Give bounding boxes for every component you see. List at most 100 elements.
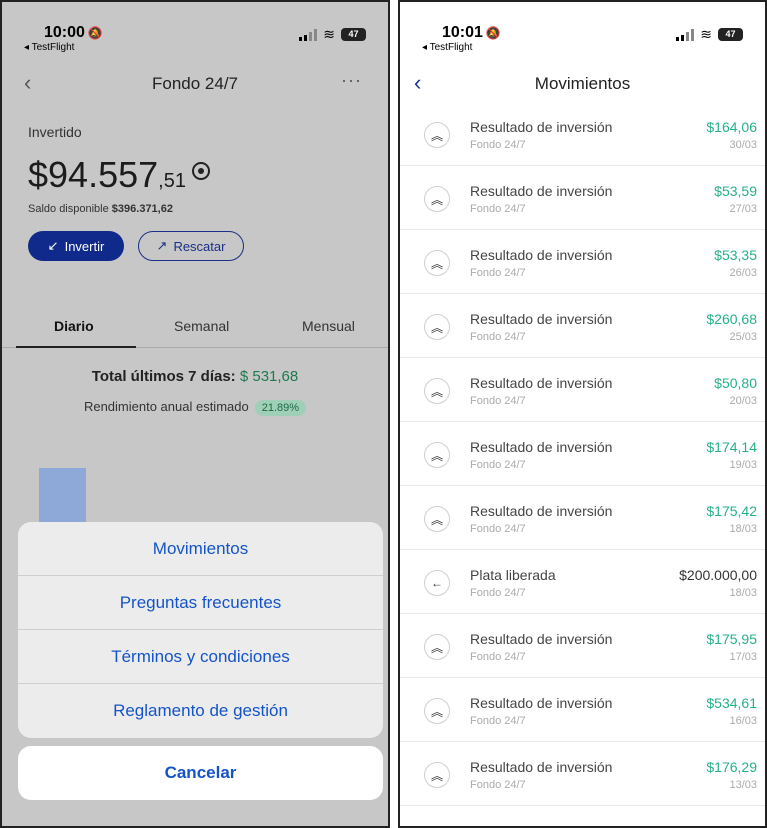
movement-title: Resultado de inversión xyxy=(470,695,613,711)
sheet-item-movimientos[interactable]: Movimientos xyxy=(18,522,383,576)
movement-subtitle: Fondo 24/7 xyxy=(470,651,526,663)
eye-icon[interactable] xyxy=(192,162,210,180)
movement-row[interactable]: ︽ Resultado de inversión Fondo 24/7 $174,14… xyxy=(400,422,765,486)
status-time: 10:01 🔕 xyxy=(442,24,501,41)
page-title: Fondo 24/7 xyxy=(151,74,238,93)
movement-date: 19/03 xyxy=(729,459,757,471)
movement-date: 17/03 xyxy=(729,651,757,663)
movement-amount: $200.000,00 xyxy=(679,567,757,583)
movement-subtitle: Fondo 24/7 xyxy=(470,779,526,791)
movement-date: 16/03 xyxy=(729,715,757,727)
double-chevron-up-icon: ︽ xyxy=(424,442,450,468)
double-chevron-up-icon: ︽ xyxy=(424,762,450,788)
movement-date: 18/03 xyxy=(729,587,757,599)
movement-amount: $164,06 xyxy=(706,119,757,135)
movement-amount: $260,68 xyxy=(706,311,757,327)
available-balance: Saldo disponible $396.371,62 xyxy=(28,203,173,215)
movement-title: Resultado de inversión xyxy=(470,247,613,263)
movement-title: Resultado de inversión xyxy=(470,759,613,775)
movement-row[interactable]: ← Plata liberada Fondo 24/7 $200.000,00 18/0… xyxy=(400,550,765,614)
wifi-icon: ≋ xyxy=(700,26,712,42)
movement-subtitle: Fondo 24/7 xyxy=(470,459,526,471)
arrow-up-right-icon: ↗ xyxy=(156,238,168,253)
movement-row[interactable]: ︽ Resultado de inversión Fondo 24/7 $534,61… xyxy=(400,678,765,742)
movement-row[interactable]: ︽ Resultado de inversión Fondo 24/7 $260,68… xyxy=(400,294,765,358)
movement-date: 27/03 xyxy=(729,203,757,215)
movement-title: Resultado de inversión xyxy=(470,375,613,391)
invest-button[interactable]: ↙ Invertir xyxy=(28,231,124,261)
movement-amount: $53,35 xyxy=(714,247,757,263)
movement-title: Resultado de inversión xyxy=(470,311,613,327)
double-chevron-up-icon: ︽ xyxy=(424,378,450,404)
double-chevron-up-icon: ︽ xyxy=(424,634,450,660)
back-to-app-link[interactable]: ◂ TestFlight xyxy=(24,42,74,53)
status-bar: 10:01 🔕 ◂ TestFlight ≋ 47 xyxy=(400,16,765,56)
estimated-annual-yield: Rendimiento anual estimado 21.89% xyxy=(2,399,388,416)
cancel-button[interactable]: Cancelar xyxy=(18,746,383,800)
redeem-button[interactable]: ↗ Rescatar xyxy=(138,231,244,261)
movement-title: Resultado de inversión xyxy=(470,183,613,199)
movement-subtitle: Fondo 24/7 xyxy=(470,587,526,599)
movement-row[interactable]: ︽ Resultado de inversión Fondo 24/7 $164,06… xyxy=(400,102,765,166)
double-chevron-up-icon: ︽ xyxy=(424,506,450,532)
tab-diario[interactable]: Diario xyxy=(54,318,94,334)
movement-subtitle: Fondo 24/7 xyxy=(470,715,526,727)
movement-subtitle: Fondo 24/7 xyxy=(470,267,526,279)
double-chevron-up-icon: ︽ xyxy=(424,314,450,340)
movement-amount: $534,61 xyxy=(706,695,757,711)
status-time: 10:00 🔕 xyxy=(44,24,103,41)
sheet-item-reglamento[interactable]: Reglamento de gestión xyxy=(18,684,383,738)
battery-icon: 47 xyxy=(718,28,743,41)
fund-detail-screen: 10:00 🔕 ◂ TestFlight ≋ 47 ‹ Fondo 24/7 ··… xyxy=(0,0,390,828)
sheet-item-terminos[interactable]: Términos y condiciones xyxy=(18,630,383,684)
movement-row[interactable]: ︽ Resultado de inversión Fondo 24/7 $175,95… xyxy=(400,614,765,678)
movement-subtitle: Fondo 24/7 xyxy=(470,139,526,151)
double-chevron-up-icon: ︽ xyxy=(424,250,450,276)
movement-date: 25/03 xyxy=(729,331,757,343)
movement-title: Resultado de inversión xyxy=(470,439,613,455)
status-bar: 10:00 🔕 ◂ TestFlight ≋ 47 xyxy=(2,16,388,56)
movement-row[interactable]: ︽ Resultado de inversión Fondo 24/7 $53,59 2… xyxy=(400,166,765,230)
invested-amount: $94.557,51 xyxy=(28,154,186,195)
double-chevron-up-icon: ︽ xyxy=(424,122,450,148)
movement-row[interactable]: ︽ Resultado de inversión Fondo 24/7 $176,29… xyxy=(400,742,765,806)
sheet-item-preguntas[interactable]: Preguntas frecuentes xyxy=(18,576,383,630)
movement-date: 13/03 xyxy=(729,779,757,791)
movement-title: Resultado de inversión xyxy=(470,503,613,519)
movement-amount: $53,59 xyxy=(714,183,757,199)
yield-badge: 21.89% xyxy=(254,400,307,416)
invested-label: Invertido xyxy=(28,124,82,140)
page-title: Movimientos xyxy=(534,74,631,93)
movement-date: 18/03 xyxy=(729,523,757,535)
mute-bell-icon: 🔕 xyxy=(485,26,501,40)
movements-list: ︽ Resultado de inversión Fondo 24/7 $164,06… xyxy=(400,102,765,806)
back-to-app-link[interactable]: ◂ TestFlight xyxy=(422,42,472,53)
signal-icon xyxy=(676,28,695,41)
arrow-left-icon: ← xyxy=(424,570,450,596)
tab-semanal[interactable]: Semanal xyxy=(174,318,229,334)
wifi-icon: ≋ xyxy=(323,26,335,42)
movement-amount: $176,29 xyxy=(706,759,757,775)
movement-title: Resultado de inversión xyxy=(470,631,613,647)
period-tabs: Diario Semanal Mensual xyxy=(2,314,388,348)
movement-amount: $50,80 xyxy=(714,375,757,391)
movement-row[interactable]: ︽ Resultado de inversión Fondo 24/7 $50,80 2… xyxy=(400,358,765,422)
chart-bar xyxy=(39,468,86,528)
movement-subtitle: Fondo 24/7 xyxy=(470,523,526,535)
movement-row[interactable]: ︽ Resultado de inversión Fondo 24/7 $175,42… xyxy=(400,486,765,550)
movements-screen: 10:01 🔕 ◂ TestFlight ≋ 47 ‹ Movimientos ︽… xyxy=(398,0,767,828)
signal-icon xyxy=(299,28,318,41)
tab-mensual[interactable]: Mensual xyxy=(302,318,355,334)
total-last-7-days: Total últimos 7 días: $ 531,68 xyxy=(91,368,299,385)
battery-icon: 47 xyxy=(341,28,366,41)
movement-amount: $175,42 xyxy=(706,503,757,519)
movement-amount: $174,14 xyxy=(706,439,757,455)
movement-date: 30/03 xyxy=(729,139,757,151)
more-options-icon[interactable]: ··· xyxy=(341,70,362,91)
movement-title: Resultado de inversión xyxy=(470,119,613,135)
movement-row[interactable]: ︽ Resultado de inversión Fondo 24/7 $53,35 2… xyxy=(400,230,765,294)
tab-underline xyxy=(16,346,136,348)
arrow-down-left-icon: ↙ xyxy=(47,238,59,253)
movement-title: Plata liberada xyxy=(470,567,556,583)
movement-subtitle: Fondo 24/7 xyxy=(470,203,526,215)
